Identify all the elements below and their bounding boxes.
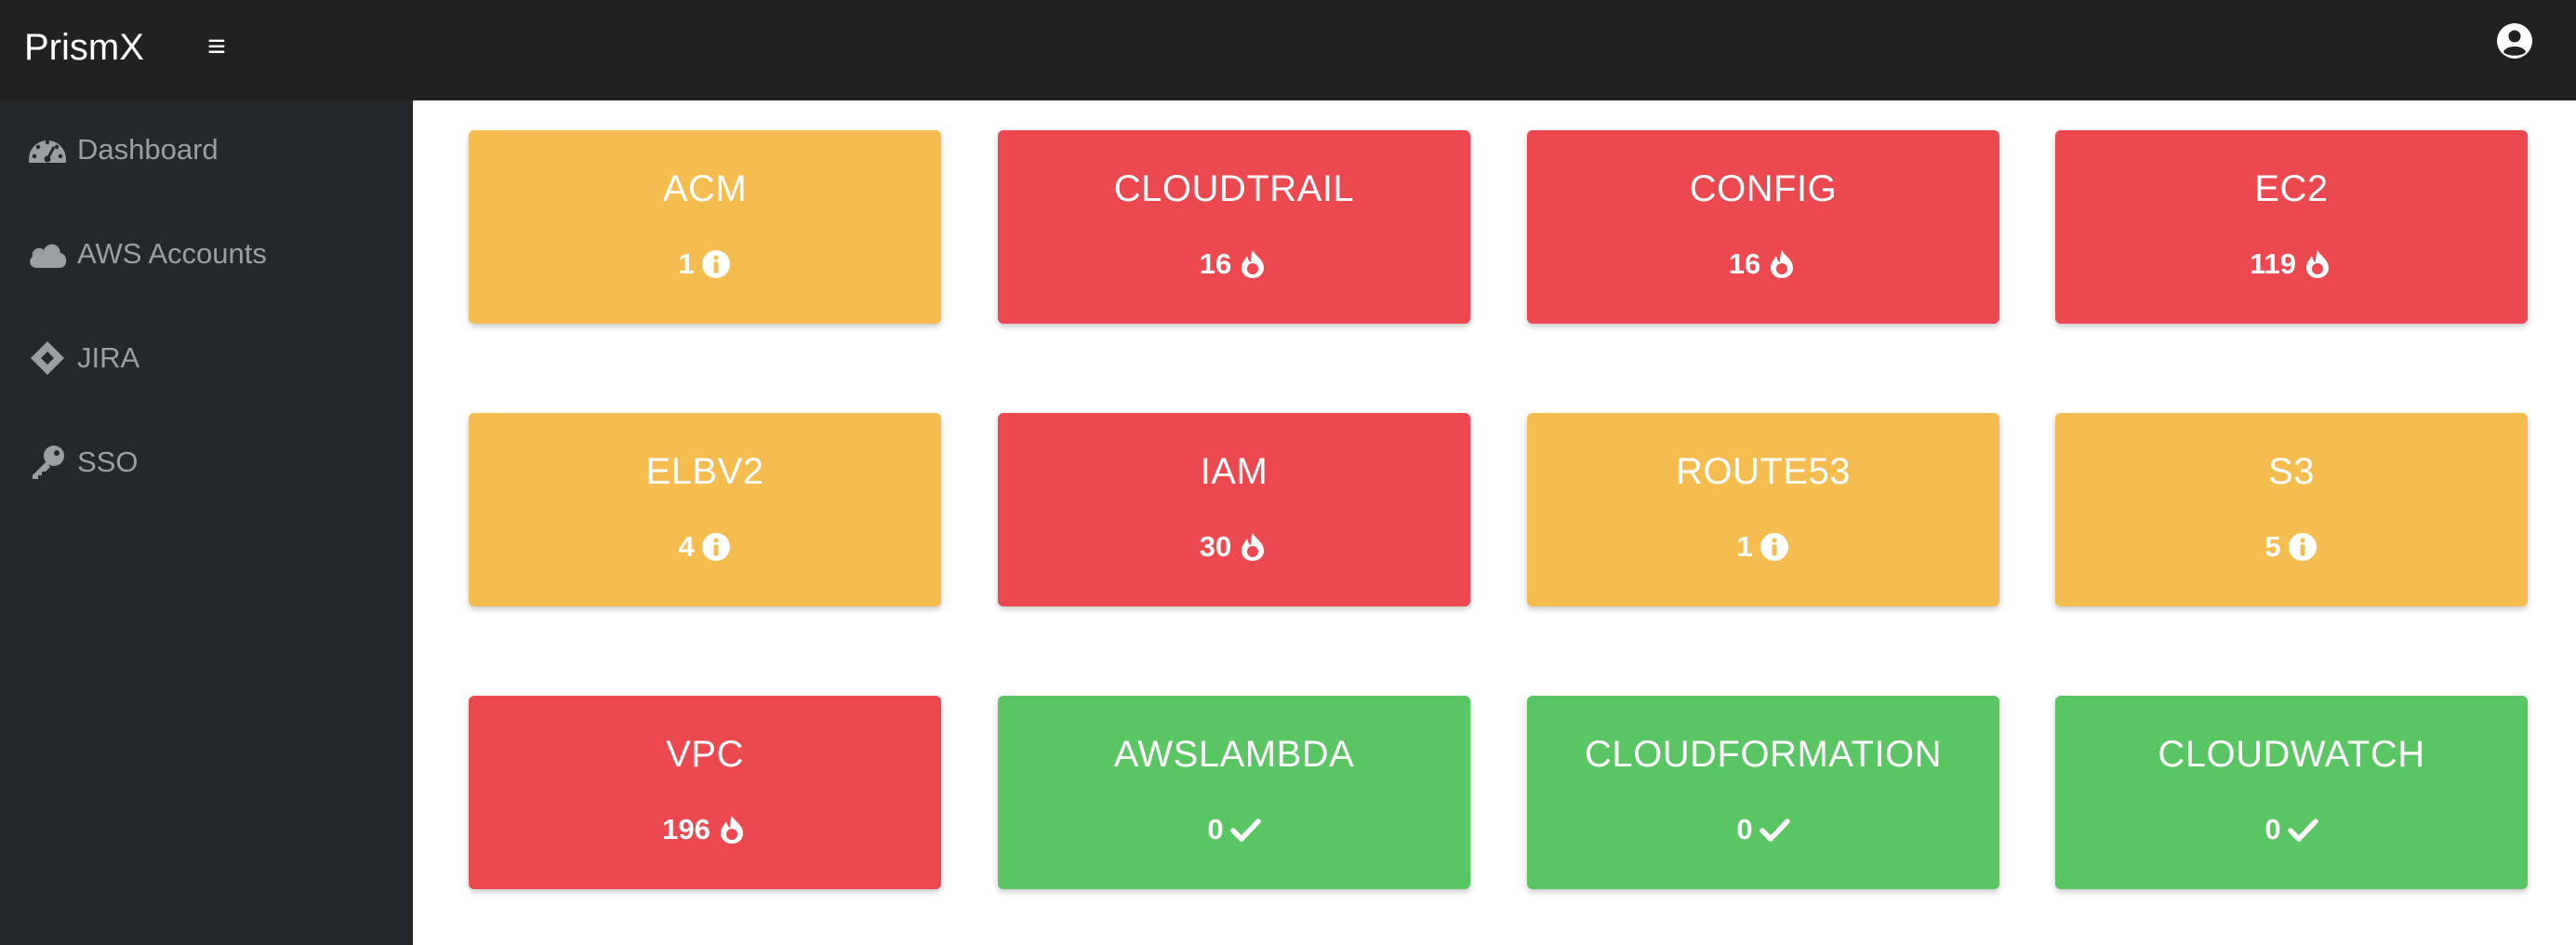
finding-count: 30 bbox=[1199, 530, 1232, 563]
service-card-awslambda[interactable]: AWSLAMBDA 0 bbox=[998, 696, 1470, 889]
card-count-row: 4 bbox=[469, 526, 941, 567]
finding-count: 1 bbox=[1736, 530, 1753, 563]
jira-diamond-icon bbox=[26, 337, 69, 379]
finding-count: 16 bbox=[1728, 247, 1761, 280]
key-icon bbox=[26, 441, 69, 484]
card-count-row: 0 bbox=[2055, 809, 2528, 850]
card-title: AWSLAMBDA bbox=[1113, 734, 1355, 775]
card-count-row: 30 bbox=[998, 526, 1470, 567]
card-count-row: 196 bbox=[469, 809, 941, 850]
card-title: S3 bbox=[2268, 451, 2315, 492]
service-card-config[interactable]: CONFIG 16 bbox=[1527, 130, 1999, 324]
service-card-acm[interactable]: ACM 1 bbox=[469, 130, 941, 324]
service-card-s3[interactable]: S3 5 bbox=[2055, 413, 2528, 606]
fire-icon bbox=[1237, 248, 1268, 280]
sidebar: Dashboard AWS Accounts JIRA SSO bbox=[0, 100, 413, 945]
sidebar-item-sso[interactable]: SSO bbox=[0, 420, 413, 504]
fire-icon bbox=[1237, 531, 1268, 563]
card-count-row: 5 bbox=[2055, 526, 2528, 567]
service-card-elbv2[interactable]: ELBV2 4 bbox=[469, 413, 941, 606]
card-title: VPC bbox=[666, 734, 744, 775]
service-card-route53[interactable]: ROUTE53 1 bbox=[1527, 413, 1999, 606]
card-count-row: 119 bbox=[2055, 244, 2528, 285]
fire-icon bbox=[716, 814, 748, 845]
card-title: EC2 bbox=[2254, 168, 2329, 209]
sidebar-item-aws-accounts[interactable]: AWS Accounts bbox=[0, 212, 413, 296]
gauge-icon bbox=[26, 128, 69, 171]
finding-count: 119 bbox=[2249, 247, 2296, 280]
card-count-row: 0 bbox=[998, 809, 1470, 850]
info-icon bbox=[700, 531, 732, 563]
card-title: ACM bbox=[662, 168, 748, 209]
cloud-icon bbox=[26, 233, 69, 275]
finding-count: 5 bbox=[2264, 530, 2281, 563]
card-title: ELBV2 bbox=[645, 451, 764, 492]
service-card-vpc[interactable]: VPC 196 bbox=[469, 696, 941, 889]
card-title: IAM bbox=[1200, 451, 1268, 492]
check-icon bbox=[2287, 814, 2318, 845]
sidebar-item-label: AWS Accounts bbox=[77, 237, 267, 270]
sidebar-item-label: Dashboard bbox=[77, 133, 219, 166]
service-card-cloudformation[interactable]: CLOUDFORMATION 0 bbox=[1527, 696, 1999, 889]
card-count-row: 1 bbox=[1527, 526, 1999, 567]
sidebar-item-jira[interactable]: JIRA bbox=[0, 316, 413, 400]
hamburger-icon[interactable]: ≡ bbox=[203, 26, 231, 67]
finding-count: 0 bbox=[1736, 813, 1753, 845]
sidebar-item-label: JIRA bbox=[77, 341, 140, 374]
check-icon bbox=[1229, 814, 1261, 845]
card-title: CLOUDWATCH bbox=[2158, 734, 2425, 775]
finding-count: 16 bbox=[1199, 247, 1232, 280]
check-icon bbox=[1759, 814, 1790, 845]
fire-icon bbox=[2302, 248, 2333, 280]
card-count-row: 1 bbox=[469, 244, 941, 285]
service-card-cloudtrail[interactable]: CLOUDTRAIL 16 bbox=[998, 130, 1470, 324]
dashboard-main: ACM 1 CLOUDTRAIL 16 CONFIG 16 EC2 119 ELBV2 4 IAM 3… bbox=[413, 100, 2576, 945]
card-count-row: 16 bbox=[998, 244, 1470, 285]
sidebar-item-dashboard[interactable]: Dashboard bbox=[0, 108, 413, 192]
card-count-row: 16 bbox=[1527, 244, 1999, 285]
finding-count: 196 bbox=[662, 813, 710, 845]
info-icon bbox=[2287, 531, 2318, 563]
finding-count: 0 bbox=[2264, 813, 2281, 845]
card-title: CLOUDTRAIL bbox=[1113, 168, 1355, 209]
top-navbar: PrismX ≡ bbox=[0, 0, 2576, 100]
info-icon bbox=[700, 248, 732, 280]
card-title: CONFIG bbox=[1689, 168, 1838, 209]
service-card-iam[interactable]: IAM 30 bbox=[998, 413, 1470, 606]
card-title: CLOUDFORMATION bbox=[1584, 734, 1943, 775]
finding-count: 0 bbox=[1207, 813, 1224, 845]
finding-count: 1 bbox=[678, 247, 695, 280]
service-card-ec2[interactable]: EC2 119 bbox=[2055, 130, 2528, 324]
finding-count: 4 bbox=[678, 530, 695, 563]
app-brand[interactable]: PrismX bbox=[24, 24, 144, 71]
card-title: ROUTE53 bbox=[1676, 451, 1851, 492]
sidebar-item-label: SSO bbox=[77, 446, 139, 478]
fire-icon bbox=[1766, 248, 1798, 280]
service-card-cloudwatch[interactable]: CLOUDWATCH 0 bbox=[2055, 696, 2528, 889]
info-icon bbox=[1759, 531, 1790, 563]
card-count-row: 0 bbox=[1527, 809, 1999, 850]
user-circle-icon[interactable] bbox=[2496, 22, 2533, 60]
